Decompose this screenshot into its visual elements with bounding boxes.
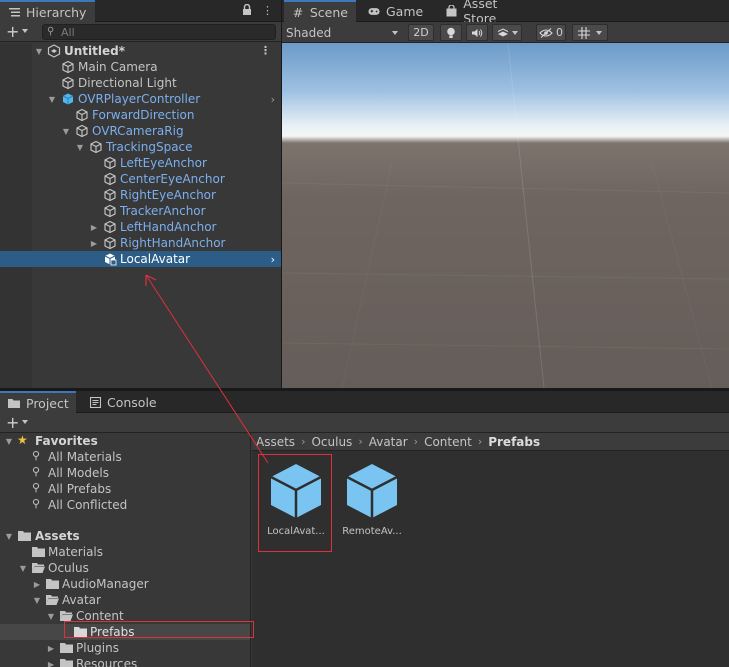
drag-annotation-arrow <box>145 274 269 464</box>
